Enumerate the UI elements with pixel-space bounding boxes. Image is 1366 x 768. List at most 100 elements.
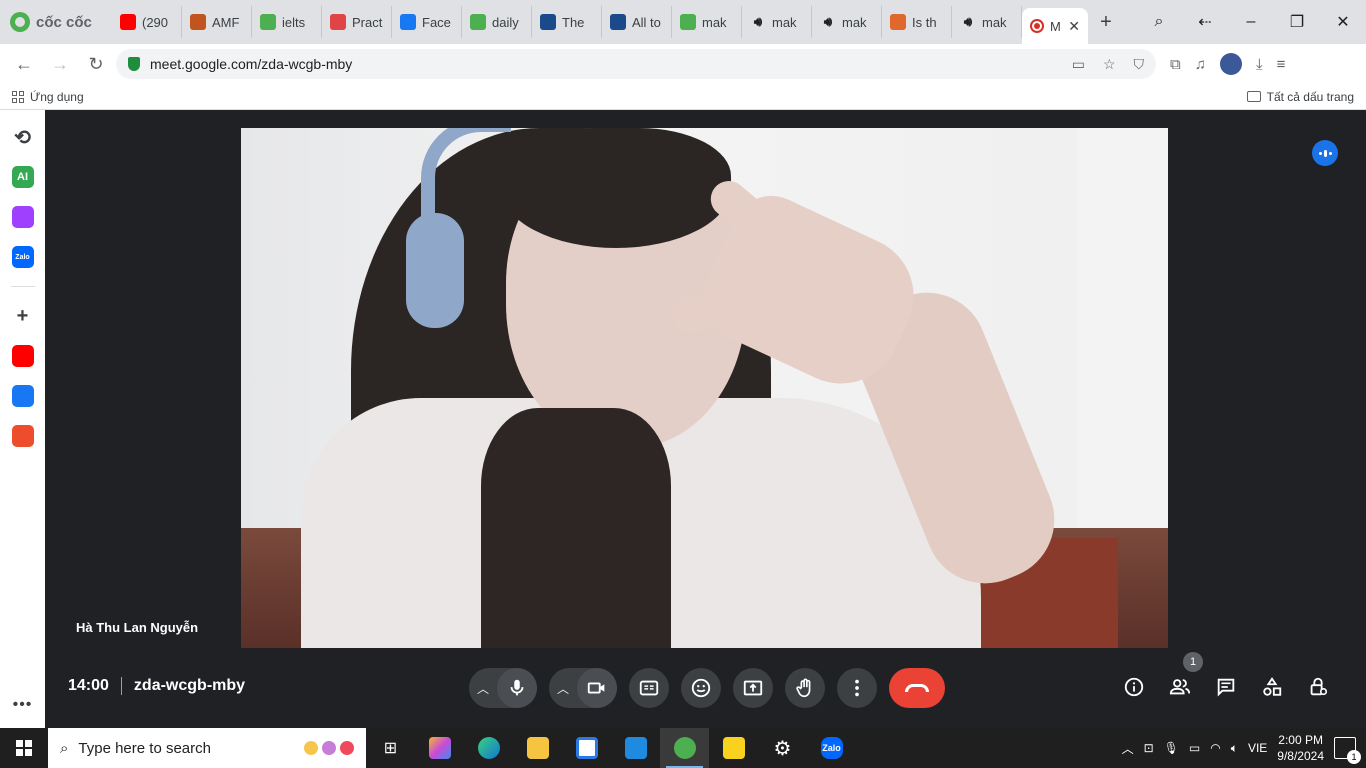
taskbar-zalo[interactable]: Zalo — [807, 728, 856, 768]
extensions-icon[interactable]: ⧉ — [1170, 56, 1181, 73]
shield-crest-icon — [190, 14, 206, 30]
people-button[interactable]: 1 — [1169, 652, 1203, 704]
tab-8[interactable]: mak — [672, 6, 742, 38]
address-toolbar: ← → ↻ meet.google.com/zda-wcgb-mby ▭ ☆ ⛉… — [0, 44, 1366, 84]
forward-button[interactable]: → — [44, 48, 76, 80]
coccoc-leaf-icon — [470, 14, 486, 30]
taskbar-file-explorer[interactable] — [513, 728, 562, 768]
taskbar-settings[interactable]: ⚙ — [758, 728, 807, 768]
restore-button[interactable]: ❐ — [1274, 12, 1320, 32]
host-lock-icon — [1310, 677, 1328, 696]
reload-button[interactable]: ↻ — [80, 48, 112, 80]
taskbar-store[interactable] — [562, 728, 611, 768]
close-tab-icon[interactable]: ✕ — [1068, 18, 1080, 35]
tab-0[interactable]: (290 — [112, 6, 182, 38]
ai-icon[interactable]: AI — [11, 166, 34, 188]
all-bookmarks[interactable]: Tất cả dấu trang — [1246, 90, 1354, 104]
menu-icon[interactable]: ≡ — [1277, 56, 1286, 73]
messenger-icon[interactable] — [11, 206, 34, 228]
task-view-button[interactable]: ⊞ — [366, 728, 415, 768]
bookmark-star-icon[interactable]: ☆ — [1103, 56, 1116, 73]
taskbar-coccoc[interactable] — [660, 728, 709, 768]
taskbar-copilot[interactable] — [415, 728, 464, 768]
present-screen-button[interactable] — [733, 668, 773, 708]
media-control-icon[interactable]: ♫ — [1195, 56, 1206, 73]
video-options-chevron-icon[interactable]: ︿ — [549, 680, 577, 697]
tab-label: mak — [702, 14, 727, 30]
tray-overflow-chevron-icon[interactable]: ︿ — [1122, 740, 1134, 757]
bookmark-apps[interactable]: Ứng dụng — [30, 90, 84, 104]
shopee-icon[interactable] — [11, 425, 34, 447]
tab-5[interactable]: daily — [462, 6, 532, 38]
tab-2[interactable]: ielts — [252, 6, 322, 38]
browser-brand[interactable]: cốc cốc — [0, 0, 112, 44]
tab-label: The — [562, 14, 585, 30]
tab-7[interactable]: All to — [602, 6, 672, 38]
meet-control-bar: 14:00 zda-wcgb-mby ︿ ︿ 1 — [45, 652, 1366, 716]
url-text: meet.google.com/zda-wcgb-mby — [150, 56, 353, 72]
participant-video — [241, 128, 1168, 648]
chat-icon — [1217, 678, 1235, 697]
add-icon[interactable]: + — [12, 305, 34, 327]
profile-avatar[interactable] — [1219, 53, 1242, 75]
minimize-button[interactable]: – — [1228, 13, 1274, 31]
tab-11[interactable]: Is th — [882, 6, 952, 38]
meeting-details-button[interactable] — [1123, 676, 1145, 704]
taskbar-edge[interactable] — [464, 728, 513, 768]
camera-tray-icon[interactable]: ⊡ — [1144, 741, 1154, 755]
tab-1[interactable]: AMF — [182, 6, 252, 38]
camera-status-icon[interactable]: ▭ — [1072, 56, 1085, 73]
emoji-reactions-button[interactable] — [681, 668, 721, 708]
leave-call-button[interactable] — [889, 668, 945, 708]
start-button[interactable] — [0, 728, 48, 768]
activities-button[interactable] — [1261, 676, 1283, 704]
coccoc-leaf-icon — [260, 14, 276, 30]
tab-4[interactable]: Face — [392, 6, 462, 38]
history-icon[interactable]: ⟲ — [12, 126, 34, 149]
wifi-icon[interactable]: ◠ — [1210, 741, 1220, 755]
raise-hand-button[interactable] — [785, 668, 825, 708]
tab-10[interactable]: 🔊︎ mak — [812, 6, 882, 38]
tab-active-meet[interactable]: M ✕ — [1022, 8, 1088, 44]
mail-icon — [624, 737, 647, 759]
chat-button[interactable] — [1215, 676, 1237, 704]
search-tabs-icon[interactable]: ⌕ — [1136, 13, 1182, 31]
host-controls-button[interactable] — [1307, 676, 1329, 704]
back-history-icon[interactable]: ⇠ — [1182, 12, 1228, 32]
youtube-icon[interactable] — [11, 345, 34, 367]
taskbar-mail[interactable] — [611, 728, 660, 768]
language-indicator[interactable]: VIE — [1248, 741, 1267, 755]
audio-options-chevron-icon[interactable]: ︿ — [469, 680, 497, 697]
close-window-button[interactable]: ✕ — [1320, 12, 1366, 32]
clock[interactable]: 2:00 PM 9/8/2024 — [1277, 732, 1324, 764]
download-icon[interactable]: ⤓ — [1256, 56, 1263, 73]
fire-icon — [890, 14, 906, 30]
volume-icon[interactable]: 🔈︎ — [1231, 741, 1238, 756]
tab-12[interactable]: 🔊︎ mak — [952, 6, 1022, 38]
back-button[interactable]: ← — [8, 48, 40, 80]
notification-center-icon[interactable]: 1 — [1334, 737, 1361, 764]
microphone-button[interactable] — [497, 668, 537, 708]
battery-icon[interactable]: ▭ — [1189, 741, 1200, 755]
gear-icon: ⚙ — [773, 737, 792, 760]
adblock-shield-icon[interactable]: ⛉ — [1134, 56, 1145, 73]
camera-button[interactable] — [577, 668, 617, 708]
more-options-button[interactable] — [837, 668, 877, 708]
tab-9[interactable]: 🔊︎ mak — [742, 6, 812, 38]
tab-6[interactable]: The — [532, 6, 602, 38]
tab-label: Face — [422, 14, 451, 30]
tab-3[interactable]: Pract — [322, 6, 392, 38]
taskbar-sticky-notes[interactable] — [709, 728, 758, 768]
camera-icon — [587, 682, 605, 694]
more-icon[interactable]: ••• — [13, 696, 33, 714]
new-tab-button[interactable]: + — [1088, 11, 1124, 34]
captions-button[interactable] — [629, 668, 669, 708]
url-bar[interactable]: meet.google.com/zda-wcgb-mby ▭ ☆ ⛉ — [116, 49, 1156, 79]
zalo-icon[interactable]: Zalo — [11, 246, 34, 268]
taskbar-search[interactable]: ⌕ Type here to search — [48, 728, 366, 768]
microphone-tray-icon[interactable]: 🎙︎ — [1164, 741, 1179, 755]
windows-logo-icon — [16, 740, 32, 756]
facebook-icon[interactable] — [11, 385, 34, 407]
facebook-icon — [400, 14, 416, 30]
coccoc-leaf-icon — [680, 14, 696, 30]
